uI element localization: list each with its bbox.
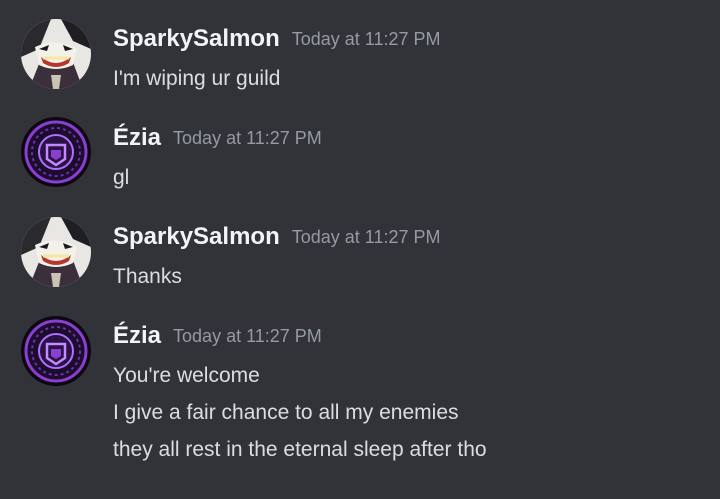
purple-sigil-avatar-icon[interactable] <box>21 117 91 187</box>
message-content: Thanks <box>113 258 182 295</box>
message-header: SparkySalmon Today at 11:27 PM <box>113 220 441 254</box>
username[interactable]: SparkySalmon <box>113 223 280 250</box>
joker-avatar-icon[interactable] <box>21 19 91 89</box>
timestamp[interactable]: Today at 11:27 PM <box>173 326 322 346</box>
username[interactable]: Ézia <box>113 124 161 151</box>
timestamp[interactable]: Today at 11:27 PM <box>292 29 441 49</box>
joker-avatar-icon[interactable] <box>21 217 91 287</box>
message-list: SparkySalmon Today at 11:27 PM I'm wiping… <box>0 0 720 499</box>
purple-sigil-avatar-icon[interactable] <box>21 316 91 386</box>
message-text: gl <box>113 166 130 189</box>
username[interactable]: SparkySalmon <box>113 25 280 52</box>
timestamp[interactable]: Today at 11:27 PM <box>292 227 441 247</box>
message-content: gl <box>113 159 129 196</box>
message-header: Ézia Today at 11:27 PM <box>113 319 322 353</box>
message-text: Thanks <box>113 265 182 288</box>
message-text: they all rest in the eternal sleep after… <box>113 438 487 461</box>
timestamp[interactable]: Today at 11:27 PM <box>173 128 322 148</box>
message-text: You're welcome <box>113 364 260 387</box>
message-content: You're welcome I give a fair chance to a… <box>113 357 487 468</box>
username[interactable]: Ézia <box>113 322 161 349</box>
message-text: I give a fair chance to all my enemies <box>113 401 459 424</box>
message-header: Ézia Today at 11:27 PM <box>113 121 322 155</box>
message-header: SparkySalmon Today at 11:27 PM <box>113 22 441 56</box>
message-content: I'm wiping ur guild <box>113 60 280 97</box>
message-text: I'm wiping ur guild <box>113 67 281 90</box>
